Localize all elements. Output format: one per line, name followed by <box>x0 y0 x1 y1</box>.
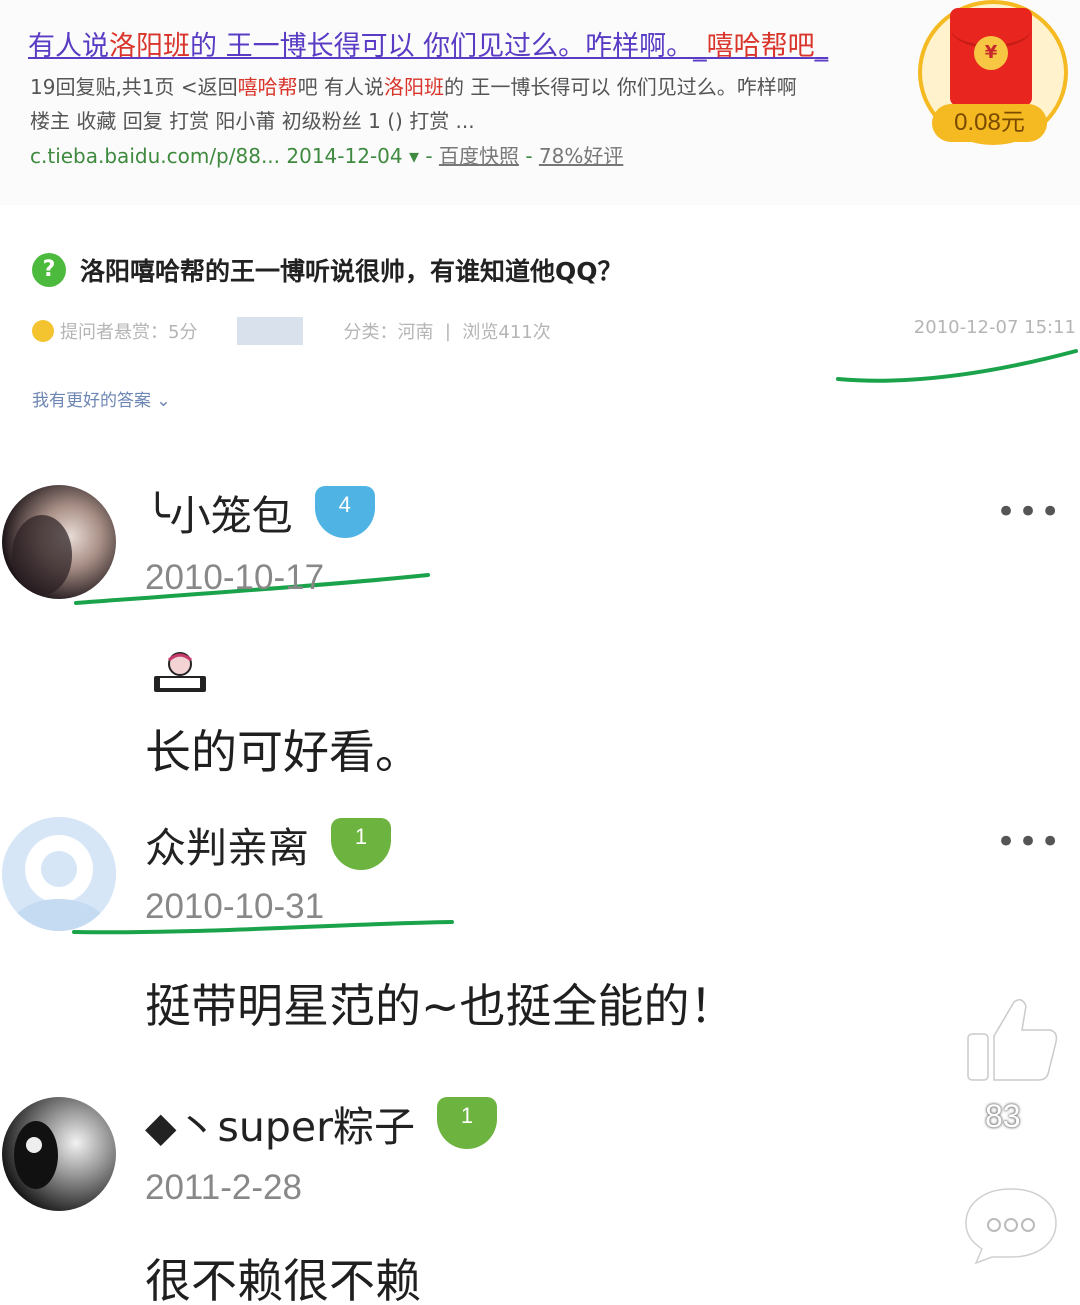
title-text: 有人说 <box>28 31 109 62</box>
level-badge: 4 <box>314 486 375 538</box>
avatar[interactable] <box>2 817 116 931</box>
cache-link[interactable]: 百度快照 <box>439 144 519 168</box>
snippet-keyword: 嘻哈帮 <box>237 75 298 99</box>
answer-header: ◆丶super粽子 1 <box>145 1093 497 1153</box>
reward-coin-icon <box>32 320 54 342</box>
comment-bubble-icon[interactable] <box>962 1185 1060 1265</box>
title-keyword: 嘻哈帮吧 <box>706 31 815 62</box>
red-envelope-badge[interactable]: ¥ 0.08元 <box>918 0 1068 145</box>
level-number: 1 <box>460 1103 474 1128</box>
question-mark-icon: ? <box>32 253 66 287</box>
sticker-emoji-icon <box>154 652 206 692</box>
search-result-meta: c.tieba.baidu.com/p/88... 2014-12-04 ▾ -… <box>30 140 623 169</box>
avatar-photo <box>2 485 116 599</box>
avatar[interactable] <box>2 1097 116 1211</box>
snippet-text: 19回复贴,共1页 <返回 <box>30 75 238 99</box>
answer-header: 众判亲离 1 <box>145 814 391 874</box>
answer-header: ╰小笼包 4 <box>145 482 375 542</box>
level-badge: 1 <box>331 818 391 870</box>
title-keyword: 洛阳班 <box>109 31 190 62</box>
question-title[interactable]: 洛阳嘻哈帮的王一博听说很帅，有谁知道他QQ？ <box>80 252 623 288</box>
default-avatar-icon <box>2 817 116 931</box>
question-header: ? 洛阳嘻哈帮的王一博听说很帅，有谁知道他QQ？ 提问者悬赏：5分 分类：河南 … <box>0 212 1080 430</box>
level-badge: 1 <box>436 1097 497 1149</box>
title-text: _ <box>814 31 829 62</box>
avatar[interactable] <box>2 485 116 599</box>
coin-icon: ¥ <box>974 36 1008 70</box>
search-result-card: 有人说洛阳班的 王一博长得可以 你们见过么。咋样啊。_嘻哈帮吧_ 19回复贴,共… <box>0 0 1080 205</box>
search-result-title-link[interactable]: 有人说洛阳班的 王一博长得可以 你们见过么。咋样啊。_嘻哈帮吧_ <box>28 24 928 63</box>
question-meta: 提问者悬赏：5分 分类：河南 | 浏览411次 <box>32 317 551 345</box>
more-options-icon[interactable]: ••• <box>996 822 1062 862</box>
meta-separator: - <box>525 144 539 168</box>
question-views: 浏览411次 <box>462 322 551 343</box>
title-text: 的 王一博长得可以 你们见过么。咋样啊。_ <box>190 31 707 62</box>
search-result-snippet: 19回复贴,共1页 <返回嘻哈帮吧 有人说洛阳班的 王一博长得可以 你们见过么。… <box>30 70 930 138</box>
answer-content: 很不赖很不赖 <box>145 1254 421 1305</box>
rating-link[interactable]: 78%好评 <box>539 144 623 168</box>
answer-username[interactable]: ◆丶super粽子 <box>145 1093 415 1153</box>
answer-content: 挺带明星范的~也挺全能的！ <box>145 979 736 1033</box>
snippet-text: 吧 有人说 <box>297 75 385 99</box>
result-date: 2014-12-04 <box>286 144 403 168</box>
question-time: 2010-12-07 15:11 <box>913 317 1076 338</box>
level-number: 1 <box>354 824 368 849</box>
snippet-text: 的 王一博长得可以 你们见过么。咋样啊 <box>444 75 797 99</box>
blurred-username <box>237 317 304 345</box>
answer-date: 2010-10-31 <box>145 887 325 926</box>
snippet-line-2: 楼主 收藏 回复 打赏 阳小莆 初级粉丝 1 () 打赏 ... <box>30 109 475 133</box>
answer-date: 2010-10-17 <box>145 558 325 597</box>
level-number: 4 <box>338 492 351 517</box>
answer-username[interactable]: 众判亲离 <box>145 814 309 874</box>
snippet-keyword: 洛阳班 <box>384 75 445 99</box>
more-options-icon[interactable]: ••• <box>996 492 1062 532</box>
thumbs-up-icon[interactable] <box>962 996 1060 1084</box>
red-envelope-icon: ¥ <box>950 8 1032 106</box>
answer-date: 2011-2-28 <box>145 1168 302 1207</box>
question-reward: 提问者悬赏：5分 <box>60 322 198 343</box>
result-url[interactable]: c.tieba.baidu.com/p/88... <box>30 144 280 168</box>
like-count: 83 <box>985 1098 1021 1134</box>
dropdown-arrow-icon[interactable]: ▾ - <box>409 144 439 168</box>
red-envelope-amount: 0.08元 <box>932 104 1047 142</box>
avatar-photo <box>2 1097 116 1211</box>
answer-username[interactable]: ╰小笼包 <box>145 482 293 542</box>
question-category: 分类：河南 <box>343 322 434 343</box>
better-answer-link[interactable]: 我有更好的答案 ⌄ <box>32 386 171 411</box>
answer-content: 长的可好看。 <box>145 725 421 779</box>
question-row: ? 洛阳嘻哈帮的王一博听说很帅，有谁知道他QQ？ <box>32 252 623 288</box>
meta-divider: | <box>433 320 463 342</box>
